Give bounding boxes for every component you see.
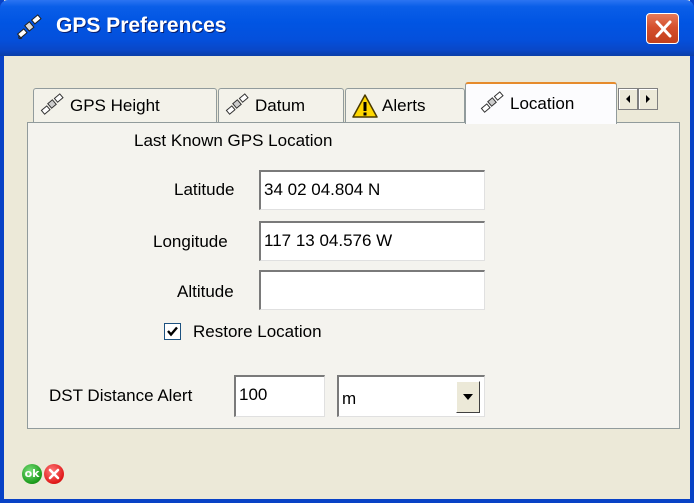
tab-datum[interactable]: Datum xyxy=(218,88,344,123)
chevron-down-icon xyxy=(463,394,473,400)
ok-button[interactable]: ok xyxy=(22,464,42,484)
warning-icon xyxy=(352,94,378,118)
satellite-icon xyxy=(16,14,42,40)
tab-label: Datum xyxy=(255,96,306,115)
tab-label: Alerts xyxy=(382,96,426,115)
title-bar[interactable]: GPS Preferences xyxy=(0,0,694,56)
longitude-field[interactable]: 117 13 04.576 W xyxy=(259,221,485,261)
tab-alerts[interactable]: Alerts xyxy=(345,88,465,123)
altitude-label: Altitude xyxy=(177,282,234,301)
satellite-icon xyxy=(480,91,504,113)
section-title: Last Known GPS Location xyxy=(134,131,333,150)
satellite-icon xyxy=(40,93,64,115)
altitude-field[interactable] xyxy=(259,270,485,310)
unit-select-value: m xyxy=(342,389,357,408)
latitude-field[interactable]: 34 02 04.804 N xyxy=(259,170,485,210)
tab-scroll-right-button[interactable] xyxy=(638,88,658,110)
dst-distance-alert-label: DST Distance Alert xyxy=(49,386,193,405)
unit-select-arrow[interactable] xyxy=(456,381,480,413)
gps-preferences-window: GPS Preferences GPS Height Datum Alerts xyxy=(0,0,694,503)
close-button[interactable] xyxy=(646,13,679,44)
restore-location-checkbox[interactable] xyxy=(164,323,181,340)
latitude-label: Latitude xyxy=(174,180,235,199)
checkmark-icon xyxy=(167,326,178,337)
dst-distance-alert-field[interactable]: 100 xyxy=(234,375,325,417)
ok-label: ok xyxy=(24,467,40,480)
tab-label: GPS Height xyxy=(70,96,160,115)
window-title: GPS Preferences xyxy=(56,14,227,37)
tab-scroll-left-button[interactable] xyxy=(618,88,638,110)
tab-location[interactable]: Location xyxy=(465,82,617,124)
longitude-label: Longitude xyxy=(153,232,228,251)
arrow-right-icon xyxy=(646,95,650,103)
tab-gps-height[interactable]: GPS Height xyxy=(33,88,217,123)
satellite-icon xyxy=(225,93,249,115)
cancel-button[interactable] xyxy=(44,464,64,484)
restore-location-label: Restore Location xyxy=(193,322,322,341)
close-icon xyxy=(655,20,672,38)
tab-label: Location xyxy=(510,94,575,113)
close-icon xyxy=(48,468,60,480)
arrow-left-icon xyxy=(626,95,630,103)
